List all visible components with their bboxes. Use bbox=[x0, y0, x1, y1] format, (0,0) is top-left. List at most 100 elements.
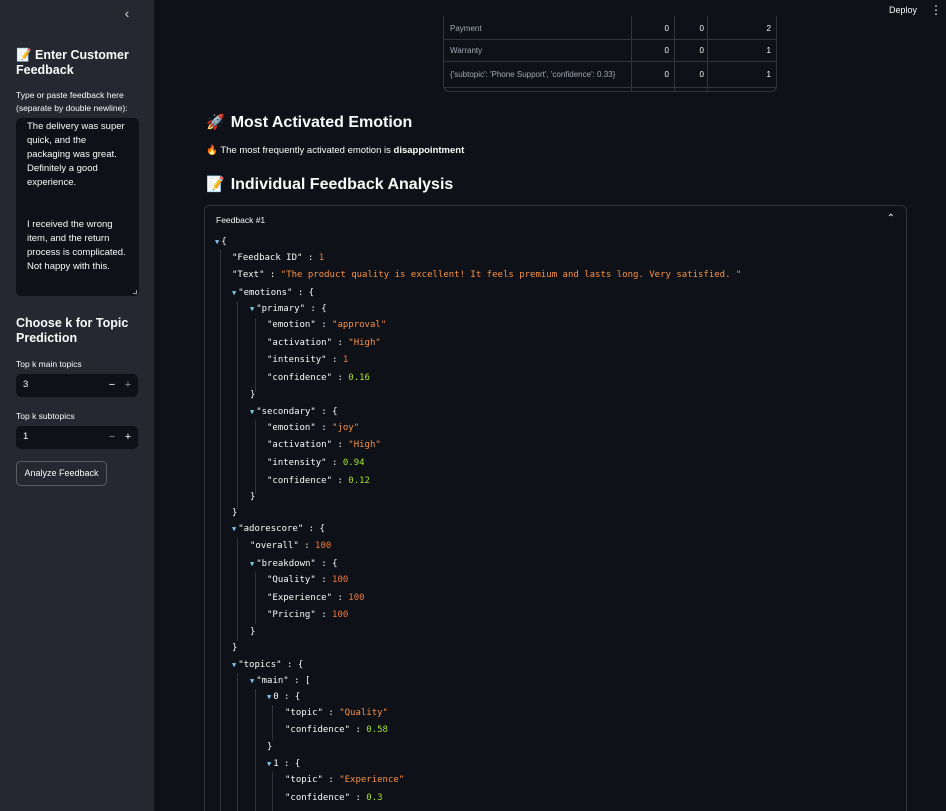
json-line: "topic" : "Experience" bbox=[285, 775, 405, 785]
json-line: "Feedback ID" : 1 bbox=[232, 253, 325, 263]
feedback-textarea[interactable]: The delivery was super quick, and the pa… bbox=[16, 118, 139, 296]
sidebar: ‹ 📝 Enter Customer Feedback Type or past… bbox=[0, 0, 154, 811]
feedback-textarea-label: Type or paste feedback here (separate by… bbox=[16, 90, 128, 113]
sidebar-title: 📝 Enter Customer Feedback bbox=[16, 48, 129, 77]
table-cell: 0 bbox=[664, 46, 669, 55]
main-topics-label: Top k main topics bbox=[16, 359, 82, 369]
table-cell: 0 bbox=[699, 24, 704, 33]
subtopics-decrement-button[interactable]: − bbox=[104, 429, 120, 446]
table-row[interactable]: Warranty 0 0 1 bbox=[444, 40, 776, 62]
json-line: "Text" : "The product quality is excelle… bbox=[232, 270, 742, 280]
feedback-textarea-value: The delivery was super quick, and the pa… bbox=[27, 121, 126, 272]
json-line: } bbox=[250, 627, 256, 637]
json-topics[interactable]: ▼ "topics" : { bbox=[232, 659, 303, 671]
individual-analysis-heading: 📝 Individual Feedback Analysis bbox=[206, 175, 453, 194]
json-line: "Quality" : 100 bbox=[267, 575, 349, 585]
expand-triangle-icon[interactable]: ▼ bbox=[250, 560, 254, 568]
indent-guide bbox=[272, 705, 273, 740]
json-index-1[interactable]: ▼ 1 : { bbox=[267, 758, 300, 770]
main-menu-icon[interactable]: ⋮ bbox=[930, 3, 942, 17]
table-row[interactable]: {'subtopic': 'Phone Support', 'confidenc… bbox=[444, 62, 776, 88]
json-breakdown[interactable]: ▼ "breakdown" : { bbox=[250, 558, 338, 570]
json-line: } bbox=[232, 643, 238, 653]
indent-guide bbox=[237, 301, 238, 509]
feedback-expander-label[interactable]: Feedback #1 bbox=[216, 215, 265, 225]
memo-icon: 📝 bbox=[206, 176, 225, 193]
chevron-up-icon[interactable]: ⌃ bbox=[887, 213, 895, 224]
subtopics-input[interactable]: 1 − + bbox=[16, 426, 138, 449]
subtopics-value[interactable]: 1 bbox=[23, 431, 28, 442]
table-row[interactable]: Payment 0 0 2 bbox=[444, 18, 776, 40]
table-cell: 1 bbox=[766, 46, 771, 55]
indent-guide bbox=[237, 538, 238, 641]
expand-triangle-icon[interactable]: ▼ bbox=[232, 661, 236, 669]
table-cell: Payment bbox=[450, 24, 482, 33]
table-cell: 0 bbox=[699, 46, 704, 55]
json-line: "confidence" : 0.58 bbox=[285, 725, 388, 735]
table-cell: 0 bbox=[699, 70, 704, 79]
most-activated-emotion-heading: 🚀 Most Activated Emotion bbox=[206, 113, 412, 132]
json-line: } bbox=[250, 492, 256, 502]
topics-table: Payment 0 0 2 Warranty 0 0 1 {'subtopic'… bbox=[443, 16, 777, 92]
indent-guide bbox=[255, 689, 256, 811]
table-cell: Warranty bbox=[450, 46, 483, 55]
json-emotions[interactable]: ▼ "emotions" : { bbox=[232, 287, 314, 299]
json-line: "confidence" : 0.12 bbox=[267, 476, 370, 486]
subtopics-increment-button[interactable]: + bbox=[120, 429, 136, 446]
json-line: "Experience" : 100 bbox=[267, 593, 365, 603]
expand-triangle-icon[interactable]: ▼ bbox=[267, 693, 271, 701]
json-line: } bbox=[250, 390, 256, 400]
json-line: "activation" : "High" bbox=[267, 338, 381, 348]
table-cell: 0 bbox=[664, 70, 669, 79]
individual-analysis-title: Individual Feedback Analysis bbox=[230, 176, 454, 193]
main-topics-increment-button[interactable]: + bbox=[120, 377, 136, 394]
indent-guide bbox=[272, 772, 273, 811]
json-line: "topic" : "Quality" bbox=[285, 708, 388, 718]
json-line: } bbox=[232, 508, 238, 518]
main-topics-input[interactable]: 3 − + bbox=[16, 374, 138, 397]
json-root[interactable]: ▼{ bbox=[215, 236, 227, 248]
json-line: "intensity" : 0.94 bbox=[267, 458, 365, 468]
table-cell: 1 bbox=[766, 70, 771, 79]
table-cell: 0 bbox=[664, 24, 669, 33]
expand-triangle-icon[interactable]: ▼ bbox=[250, 677, 254, 685]
json-index-0[interactable]: ▼ 0 : { bbox=[267, 691, 300, 703]
resize-handle-icon[interactable] bbox=[133, 290, 137, 294]
indent-guide bbox=[237, 673, 238, 811]
analyze-feedback-button[interactable]: Analyze Feedback bbox=[16, 461, 107, 486]
json-line: "Pricing" : 100 bbox=[267, 610, 349, 620]
table-cell: {'subtopic': 'Phone Support', 'confidenc… bbox=[450, 70, 616, 79]
json-line: "overall" : 100 bbox=[250, 541, 332, 551]
rocket-icon: 🚀 bbox=[206, 114, 225, 131]
fire-icon: 🔥 bbox=[206, 145, 218, 156]
collapse-sidebar-icon[interactable]: ‹ bbox=[120, 5, 134, 21]
json-primary[interactable]: ▼ "primary" : { bbox=[250, 303, 327, 315]
subtopics-label: Top k subtopics bbox=[16, 411, 75, 421]
json-line: "intensity" : 1 bbox=[267, 355, 349, 365]
expand-triangle-icon[interactable]: ▼ bbox=[232, 289, 236, 297]
json-line: "emotion" : "approval" bbox=[267, 320, 387, 330]
top-emotion-value: disappointment bbox=[393, 145, 465, 156]
json-line: "emotion" : "joy" bbox=[267, 423, 360, 433]
expand-triangle-icon[interactable]: ▼ bbox=[250, 305, 254, 313]
emotion-summary: 🔥 The most frequently activated emotion … bbox=[206, 145, 464, 156]
json-main[interactable]: ▼ "main" : [ bbox=[250, 675, 310, 687]
indent-guide bbox=[220, 250, 221, 811]
main-topics-decrement-button[interactable]: − bbox=[104, 377, 120, 394]
indent-guide bbox=[255, 420, 256, 494]
json-adorescore[interactable]: ▼ "adorescore" : { bbox=[232, 523, 325, 535]
json-line: } bbox=[267, 742, 273, 752]
deploy-button[interactable]: Deploy bbox=[889, 5, 917, 15]
expand-triangle-icon[interactable]: ▼ bbox=[215, 238, 219, 246]
k-selection-heading: Choose k for Topic Prediction bbox=[16, 316, 129, 345]
main-topics-value[interactable]: 3 bbox=[23, 379, 28, 390]
expand-triangle-icon[interactable]: ▼ bbox=[232, 525, 236, 533]
expand-triangle-icon[interactable]: ▼ bbox=[250, 408, 254, 416]
indent-guide bbox=[255, 572, 256, 624]
table-cell: 2 bbox=[766, 24, 771, 33]
json-line: "confidence" : 0.3 bbox=[285, 793, 383, 803]
indent-guide bbox=[255, 318, 256, 392]
most-activated-emotion-title: Most Activated Emotion bbox=[230, 114, 413, 131]
expand-triangle-icon[interactable]: ▼ bbox=[267, 760, 271, 768]
json-secondary[interactable]: ▼ "secondary" : { bbox=[250, 406, 338, 418]
